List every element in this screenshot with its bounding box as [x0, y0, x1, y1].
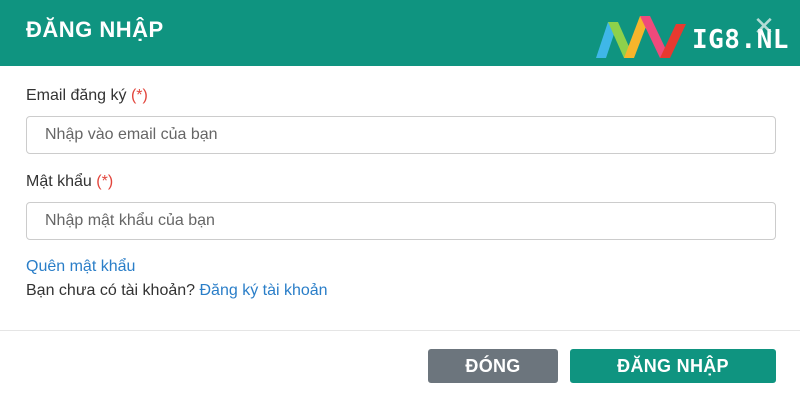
forgot-password-row: Quên mật khẩu [26, 258, 135, 276]
no-account-text: Bạn chưa có tài khoản? [26, 282, 196, 299]
email-required-mark: (*) [130, 87, 148, 104]
forgot-password-link[interactable]: Quên mật khẩu [26, 258, 135, 275]
modal-header: ĐĂNG NHẬP IG8.NL ✕ [0, 0, 800, 66]
register-row: Bạn chưa có tài khoản? Đăng ký tài khoản [26, 282, 328, 300]
login-button[interactable]: ĐĂNG NHẬP [570, 349, 776, 383]
password-field[interactable] [26, 202, 776, 240]
login-modal: ĐĂNG NHẬP IG8.NL ✕ Email đăng ký (*) Mật… [0, 0, 800, 400]
modal-title: ĐĂNG NHẬP [26, 17, 164, 42]
email-label-text: Email đăng ký [26, 87, 127, 104]
register-link[interactable]: Đăng ký tài khoản [200, 282, 328, 299]
email-label: Email đăng ký (*) [26, 87, 148, 105]
close-button[interactable]: ĐÓNG [428, 349, 558, 383]
close-icon[interactable]: ✕ [752, 13, 776, 39]
password-required-mark: (*) [96, 173, 114, 190]
ig8-logo-mark [596, 16, 686, 58]
footer-divider [0, 330, 800, 331]
email-field[interactable] [26, 116, 776, 154]
password-label: Mật khẩu (*) [26, 173, 113, 191]
password-label-text: Mật khẩu [26, 173, 92, 190]
